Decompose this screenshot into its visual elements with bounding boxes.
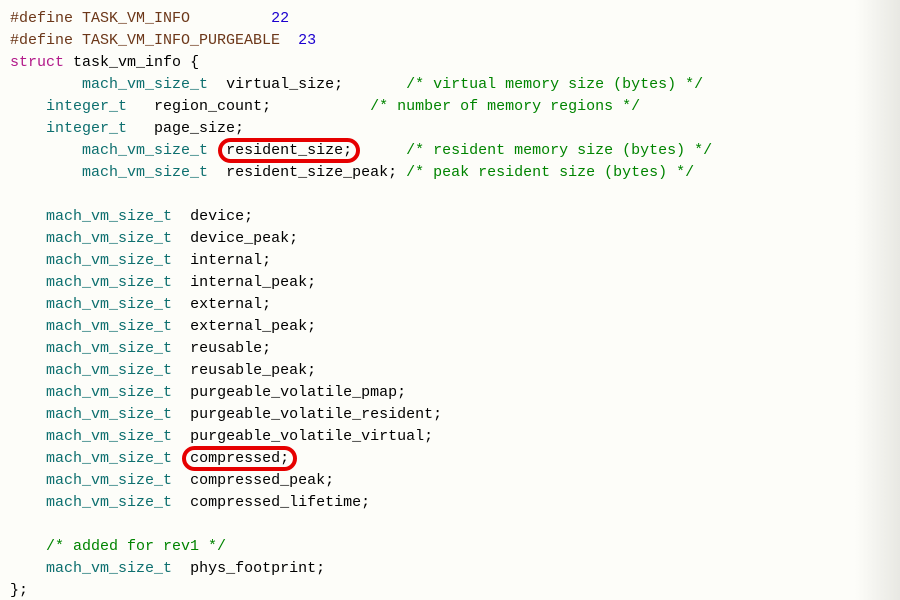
type-name: mach_vm_size_t: [46, 428, 172, 445]
field-name: internal;: [190, 252, 271, 269]
type-name: mach_vm_size_t: [46, 296, 172, 313]
macro-value: 22: [271, 10, 289, 27]
type-name: mach_vm_size_t: [46, 384, 172, 401]
struct-keyword: struct: [10, 54, 64, 71]
macro-name: TASK_VM_INFO_PURGEABLE: [82, 32, 280, 49]
field-name: page_size;: [154, 120, 244, 137]
comment: /* peak resident size (bytes) */: [406, 164, 694, 181]
struct-name: task_vm_info: [73, 54, 181, 71]
type-name: mach_vm_size_t: [82, 76, 208, 93]
comment: /* resident memory size (bytes) */: [406, 142, 712, 159]
code-block: #define TASK_VM_INFO 22 #define TASK_VM_…: [0, 0, 900, 600]
type-name: mach_vm_size_t: [46, 230, 172, 247]
field-name: internal_peak;: [190, 274, 316, 291]
type-name: mach_vm_size_t: [46, 340, 172, 357]
field-name: external;: [190, 296, 271, 313]
field-name: device_peak;: [190, 230, 298, 247]
type-name: mach_vm_size_t: [82, 142, 208, 159]
type-name: mach_vm_size_t: [46, 252, 172, 269]
preproc-directive: #define: [10, 10, 82, 27]
type-name: mach_vm_size_t: [46, 472, 172, 489]
type-name: integer_t: [46, 120, 127, 137]
field-name: phys_footprint;: [190, 560, 325, 577]
field-name: compressed;: [190, 450, 289, 467]
field-name: purgeable_volatile_pmap;: [190, 384, 406, 401]
macro-name: TASK_VM_INFO: [82, 10, 190, 27]
preproc-directive: #define: [10, 32, 82, 49]
field-name: compressed_peak;: [190, 472, 334, 489]
field-name: reusable;: [190, 340, 271, 357]
type-name: mach_vm_size_t: [46, 560, 172, 577]
type-name: mach_vm_size_t: [46, 274, 172, 291]
field-name: purgeable_volatile_resident;: [190, 406, 442, 423]
type-name: mach_vm_size_t: [46, 208, 172, 225]
comment: /* number of memory regions */: [370, 98, 640, 115]
type-name: mach_vm_size_t: [46, 494, 172, 511]
type-name: mach_vm_size_t: [46, 406, 172, 423]
field-name: device;: [190, 208, 253, 225]
field-name: compressed_lifetime;: [190, 494, 370, 511]
field-name: region_count;: [154, 98, 271, 115]
type-name: mach_vm_size_t: [82, 164, 208, 181]
field-name: reusable_peak;: [190, 362, 316, 379]
type-name: mach_vm_size_t: [46, 362, 172, 379]
type-name: integer_t: [46, 98, 127, 115]
field-name: virtual_size;: [226, 76, 343, 93]
field-name: resident_size_peak;: [226, 164, 397, 181]
type-name: mach_vm_size_t: [46, 318, 172, 335]
comment: /* added for rev1 */: [46, 538, 226, 555]
struct-close: };: [10, 582, 28, 599]
field-name: resident_size;: [226, 142, 352, 159]
comment: /* virtual memory size (bytes) */: [406, 76, 703, 93]
macro-value: 23: [298, 32, 316, 49]
field-name: purgeable_volatile_virtual;: [190, 428, 433, 445]
type-name: mach_vm_size_t: [46, 450, 172, 467]
field-name: external_peak;: [190, 318, 316, 335]
